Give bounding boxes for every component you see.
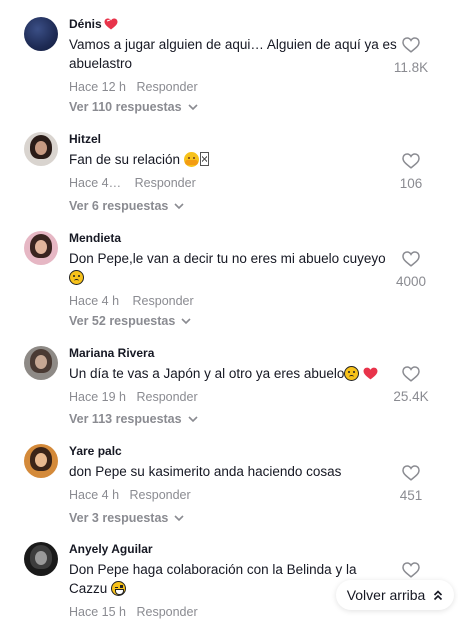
- like-count: 4000: [395, 274, 427, 289]
- comment-time: Hace 4 h: [69, 294, 120, 308]
- view-replies-label: Ver 3 respuestas: [69, 511, 169, 525]
- grimacing-face-emoji-icon: [111, 581, 127, 596]
- chevron-down-icon: [174, 514, 184, 521]
- comment-text: don Pepe su kasimerito anda haciendo cos…: [69, 464, 342, 479]
- red-heart-emoji-icon: [363, 367, 378, 380]
- comment-time: Hace 15 h: [69, 605, 126, 619]
- like-button[interactable]: 106: [386, 153, 436, 192]
- comment-text-content: Don Pepe,le van a decir tu no eres mi ab…: [69, 251, 386, 266]
- view-replies-button[interactable]: Ver 110 respuestas: [69, 99, 198, 115]
- view-replies-button[interactable]: Ver 3 respuestas: [69, 510, 184, 526]
- missing-glyph-icon: [199, 152, 209, 166]
- comment-text-content: Fan de su relación: [69, 152, 181, 167]
- heart-outline-icon: [402, 465, 420, 481]
- heart-outline-icon: [402, 366, 420, 382]
- like-count: 106: [399, 176, 423, 191]
- view-replies-button[interactable]: Ver 52 respuestas: [69, 313, 191, 329]
- view-replies-label: Ver 6 respuestas: [69, 199, 169, 213]
- back-to-top-button[interactable]: Volver arriba: [336, 580, 454, 610]
- view-replies-button[interactable]: Ver 113 respuestas: [69, 411, 198, 427]
- reply-button[interactable]: Responder: [133, 293, 194, 309]
- comment-time: Hace 4…: [69, 176, 122, 190]
- heart-outline-icon: [402, 37, 420, 53]
- comment-username[interactable]: Dénis: [69, 17, 399, 31]
- avatar[interactable]: [24, 17, 58, 51]
- view-replies-label: Ver 52 respuestas: [69, 314, 176, 328]
- back-to-top-label: Volver arriba: [346, 587, 426, 603]
- comment-text: Don Pepe,le van a decir tu no eres mi ab…: [69, 249, 399, 287]
- like-count: 25.4K: [393, 389, 429, 404]
- frowning-face-emoji-icon: [69, 270, 84, 285]
- like-count: 11.8K: [393, 60, 429, 75]
- comment-time: Hace 12 h: [69, 80, 126, 94]
- view-replies-button[interactable]: Ver 6 respuestas: [69, 198, 184, 214]
- comment-username[interactable]: Yare palc: [69, 444, 399, 458]
- username-text: Yare palc: [69, 444, 122, 458]
- like-button[interactable]: 451: [386, 465, 436, 504]
- frowning-face-emoji-icon: [344, 366, 360, 381]
- like-button[interactable]: 25.4K: [386, 366, 436, 405]
- comment-username[interactable]: Anyely Aguilar: [69, 542, 399, 556]
- like-button[interactable]: 11.8K: [386, 37, 436, 76]
- heart-emoji-icon: [104, 18, 118, 30]
- view-replies-label: Ver 110 respuestas: [69, 100, 182, 114]
- chevron-down-icon: [188, 103, 198, 110]
- username-text: Mendieta: [69, 231, 122, 245]
- comment-username[interactable]: Mendieta: [69, 231, 399, 245]
- chevron-down-icon: [188, 415, 198, 422]
- avatar[interactable]: [24, 444, 58, 478]
- comment-username[interactable]: Mariana Rivera: [69, 346, 399, 360]
- comment-text: Fan de su relación: [69, 150, 399, 169]
- username-text: Dénis: [69, 17, 102, 31]
- comment-time: Hace 19 h: [69, 390, 126, 404]
- like-button[interactable]: 4000: [386, 251, 436, 290]
- reply-button[interactable]: Responder: [136, 604, 197, 620]
- view-replies-label: Ver 113 respuestas: [69, 412, 182, 426]
- username-text: Anyely Aguilar: [69, 542, 153, 556]
- heart-outline-icon: [402, 251, 420, 267]
- comment-time: Hace 4 h: [69, 488, 120, 502]
- reply-button[interactable]: Responder: [130, 487, 191, 503]
- double-chevron-up-icon: [434, 589, 443, 600]
- comment-username[interactable]: Hitzel: [69, 132, 399, 146]
- heart-outline-icon: [402, 153, 420, 169]
- comment-text: Un día te vas a Japón y al otro ya eres …: [69, 364, 399, 383]
- chevron-down-icon: [174, 202, 184, 209]
- reply-button[interactable]: Responder: [136, 389, 197, 405]
- username-text: Mariana Rivera: [69, 346, 155, 360]
- comment-text: Vamos a jugar alguien de aqui… Alguien d…: [69, 37, 397, 71]
- like-button[interactable]: [386, 562, 436, 578]
- hugging-face-emoji-icon: [183, 152, 199, 167]
- username-text: Hitzel: [69, 132, 102, 146]
- like-count: 451: [399, 488, 423, 503]
- avatar[interactable]: [24, 132, 58, 166]
- heart-outline-icon: [402, 562, 420, 578]
- reply-button[interactable]: Responder: [135, 175, 196, 191]
- reply-button[interactable]: Responder: [136, 79, 197, 95]
- chevron-down-icon: [181, 317, 191, 324]
- avatar[interactable]: [24, 542, 58, 576]
- avatar[interactable]: [24, 231, 58, 265]
- avatar[interactable]: [24, 346, 58, 380]
- comment-text-content: Un día te vas a Japón y al otro ya eres …: [69, 366, 345, 381]
